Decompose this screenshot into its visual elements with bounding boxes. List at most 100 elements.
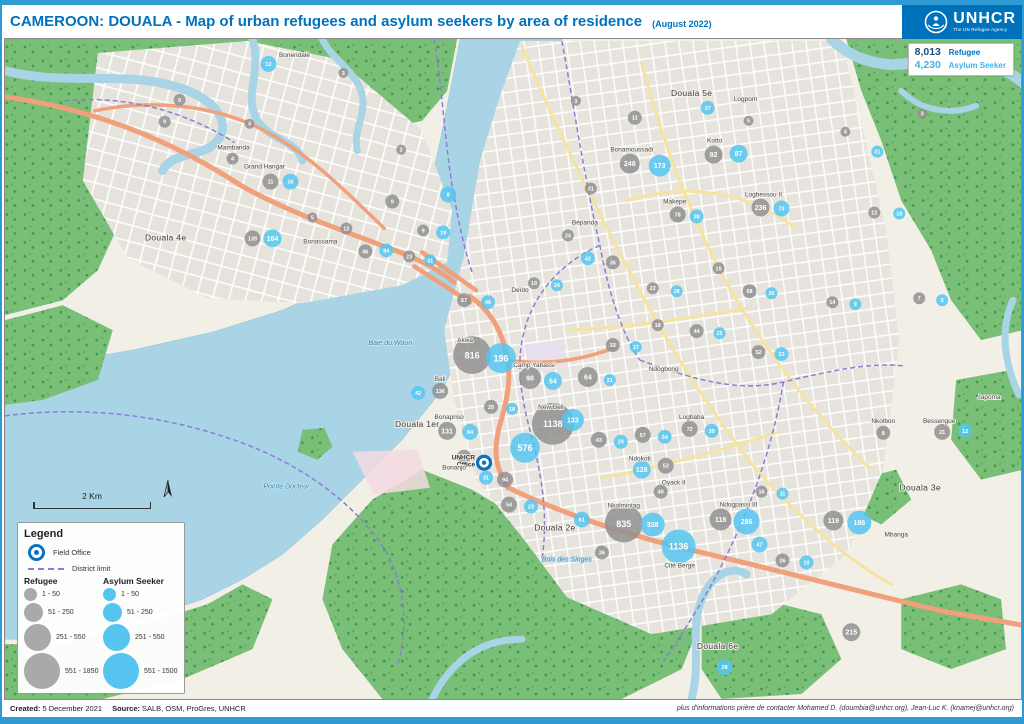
area-label: Ndogbong xyxy=(649,366,679,373)
refugee-bubble: 215 xyxy=(842,623,860,641)
refugee-bubble: 64 xyxy=(578,367,598,387)
refugee-bubble: 2 xyxy=(396,145,406,155)
asylum-seeker-bubble: 23 xyxy=(524,500,538,514)
svg-text:136: 136 xyxy=(436,389,445,395)
asylum-seeker-bubble: 31 xyxy=(424,254,436,266)
svg-text:43: 43 xyxy=(596,438,602,444)
asylum-seeker-bubble: 25 xyxy=(714,327,726,339)
unhcr-logo: UNHCR The UN Refugee Agency xyxy=(902,5,1022,39)
asylum-seeker-bubble: 38 xyxy=(690,209,704,223)
svg-text:215: 215 xyxy=(846,630,858,637)
svg-text:3: 3 xyxy=(921,112,924,118)
area-label: Bali xyxy=(435,376,446,383)
asylum-seeker-bubble: 338 xyxy=(641,513,665,537)
svg-text:9: 9 xyxy=(422,228,425,234)
svg-text:23: 23 xyxy=(528,505,534,511)
refugee-bubble: 31 xyxy=(585,183,597,195)
header: CAMEROON: DOUALA - Map of urban refugees… xyxy=(2,5,1022,38)
district-label: Douala 1er xyxy=(395,419,439,429)
svg-text:816: 816 xyxy=(465,350,480,360)
asylum-seeker-bubble: 42 xyxy=(411,386,425,400)
area-label: Bonanjo xyxy=(442,465,466,472)
svg-text:34: 34 xyxy=(662,435,669,441)
asylum-seeker-bubble: 1136 xyxy=(662,530,696,564)
svg-text:19: 19 xyxy=(531,281,537,287)
svg-text:835: 835 xyxy=(616,519,631,529)
asylum-seeker-bubble: 9 xyxy=(849,298,861,310)
refugee-bubble: 68 xyxy=(743,284,757,298)
refugee-bubble: 52 xyxy=(752,345,766,359)
svg-text:236: 236 xyxy=(755,205,767,212)
refugee-bubble: 94 xyxy=(497,472,513,488)
asylum-seeker-bubble: 84 xyxy=(379,243,393,257)
legend-refugee-column: Refugee 1 - 5051 - 250251 - 550551 - 185… xyxy=(24,576,99,691)
svg-text:84: 84 xyxy=(383,248,390,254)
svg-text:8: 8 xyxy=(447,193,450,199)
svg-text:3: 3 xyxy=(574,99,577,105)
legend-refugee-class-circle xyxy=(24,603,43,622)
svg-text:94: 94 xyxy=(502,478,509,484)
refugee-bubble: 92 xyxy=(705,146,723,164)
svg-text:173: 173 xyxy=(654,163,666,170)
page-title-date: (August 2022) xyxy=(652,15,712,29)
svg-text:2: 2 xyxy=(400,148,403,154)
legend-asylum-title: Asylum Seeker xyxy=(103,576,178,586)
svg-text:31: 31 xyxy=(427,258,433,264)
footer: Created:5 December 2021Source:SALB, OSM,… xyxy=(2,700,1022,717)
legend-refugee-class-row: 251 - 550 xyxy=(24,624,99,651)
asylum-seeker-bubble: 37 xyxy=(701,101,715,115)
svg-text:6: 6 xyxy=(178,98,181,104)
asylum-seeker-bubble: 128 xyxy=(633,461,651,479)
asylum-seeker-count: 4,230 xyxy=(915,59,943,72)
svg-text:9: 9 xyxy=(854,302,857,308)
svg-text:26: 26 xyxy=(779,558,785,564)
svg-text:196: 196 xyxy=(494,353,509,363)
svg-text:36: 36 xyxy=(599,550,605,556)
svg-text:28: 28 xyxy=(722,665,728,671)
legend-asylum-class-circle xyxy=(103,653,139,689)
asylum-seeker-stat: 4,230 Asylum Seeker xyxy=(915,59,1006,72)
asylum-seeker-bubble: 46 xyxy=(481,295,495,309)
refugee-bubble: 72 xyxy=(682,421,698,437)
refugee-bubble: 46 xyxy=(358,244,372,258)
area-label: Bépanda xyxy=(572,219,598,226)
legend-asylum-column: Asylum Seeker 1 - 5051 - 250251 - 550551… xyxy=(103,576,178,691)
area-label: Bonendalè xyxy=(279,52,310,59)
legend: Legend Field Office District limit Refug… xyxy=(17,522,185,694)
asylum-seeker-bubble: 34 xyxy=(658,430,672,444)
asylum-seeker-bubble: 18 xyxy=(506,403,518,415)
water-label: Pointe Docteur xyxy=(263,484,310,491)
svg-text:29: 29 xyxy=(488,405,494,411)
svg-text:21: 21 xyxy=(874,150,880,156)
svg-text:44: 44 xyxy=(694,329,701,335)
unhcr-emblem-icon xyxy=(923,9,949,35)
refugee-bubble: 40 xyxy=(654,485,668,499)
area-label: Mambanda xyxy=(217,145,250,152)
svg-text:87: 87 xyxy=(735,151,743,158)
legend-asylum-class-row: 1 - 50 xyxy=(103,588,178,601)
asylum-seeker-bubble: 24 xyxy=(551,279,563,291)
svg-text:5: 5 xyxy=(311,215,314,221)
svg-text:128: 128 xyxy=(636,467,648,474)
asylum-seeker-bubble: 19 xyxy=(436,225,450,239)
refugee-bubble: 4 xyxy=(840,127,850,137)
svg-text:5: 5 xyxy=(941,298,944,304)
svg-text:186: 186 xyxy=(853,520,865,527)
legend-asylum-class-row: 551 - 1500 xyxy=(103,653,178,689)
asylum-seeker-bubble: 61 xyxy=(574,512,590,528)
svg-text:17: 17 xyxy=(633,345,639,351)
svg-text:248: 248 xyxy=(624,161,636,168)
svg-text:72: 72 xyxy=(687,427,693,433)
source-label: Source: xyxy=(112,704,140,713)
refugee-bubble: 15 xyxy=(713,262,725,274)
svg-text:42: 42 xyxy=(415,391,421,397)
area-label: Kotto xyxy=(707,138,723,145)
svg-text:42: 42 xyxy=(585,256,591,262)
asylum-seeker-bubble: 73 xyxy=(773,201,789,217)
svg-text:46: 46 xyxy=(362,249,368,255)
svg-text:33: 33 xyxy=(610,343,616,349)
asylum-seeker-bubble: 11 xyxy=(776,488,788,500)
source-value: SALB, OSM, ProGres, UNHCR xyxy=(142,704,246,713)
refugee-bubble: 118 xyxy=(710,509,732,531)
svg-text:131: 131 xyxy=(441,428,453,435)
